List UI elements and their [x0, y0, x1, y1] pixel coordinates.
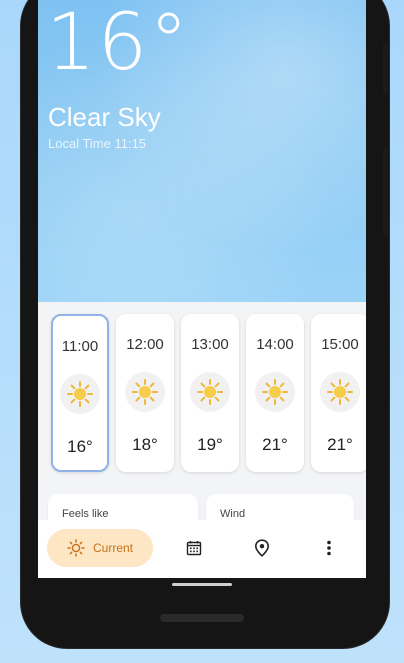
hour-time: 15:00 [321, 336, 359, 353]
sky-header: 16° Clear Sky Local Time 11:15 [38, 0, 366, 302]
hour-card[interactable]: 13:00 19° [181, 314, 239, 472]
hour-card[interactable]: 12:00 18° [116, 314, 174, 472]
sun-icon [190, 372, 230, 412]
hour-temperature: 18° [132, 435, 158, 454]
bottom-navigation: Current [38, 520, 366, 578]
home-indicator [172, 583, 232, 586]
wind-label: Wind [220, 508, 246, 520]
hour-card[interactable]: 14:00 21° [246, 314, 304, 472]
volume-button [383, 42, 388, 94]
hour-temperature: 21° [327, 435, 353, 454]
speaker-grille [160, 614, 244, 622]
sun-icon [255, 372, 295, 412]
nav-current-button[interactable]: Current [47, 529, 153, 567]
sun-icon [125, 372, 165, 412]
hour-time: 12:00 [126, 336, 164, 353]
more-button[interactable] [310, 529, 348, 567]
hour-temperature: 16° [67, 437, 93, 456]
app-screen: 16° Clear Sky Local Time 11:15 11:00 16° [38, 0, 366, 578]
hourly-forecast: 11:00 16° 12:00 18° 13:00 19° 14:00 21° … [38, 302, 366, 482]
calendar-icon [186, 540, 202, 556]
weather-condition: Clear Sky [48, 102, 161, 132]
sun-icon [60, 374, 100, 414]
hour-time: 13:00 [191, 336, 229, 353]
calendar-button[interactable] [175, 529, 213, 567]
nav-current-label: Current [92, 541, 133, 555]
more-vertical-icon [326, 540, 332, 556]
location-button[interactable] [243, 529, 281, 567]
feels-like-label: Feels like [62, 508, 109, 520]
hour-time: 14:00 [256, 336, 294, 353]
hour-time: 11:00 [61, 338, 99, 355]
hour-temperature: 19° [197, 435, 223, 454]
sun-icon [67, 539, 85, 557]
local-time: Local Time 11:15 [48, 136, 147, 151]
sun-icon [320, 372, 360, 412]
location-pin-icon [254, 539, 270, 557]
power-button [383, 148, 388, 236]
hour-card[interactable]: 11:00 16° [51, 314, 109, 472]
hour-temperature: 21° [262, 435, 288, 454]
hour-card[interactable]: 15:00 21° [311, 314, 366, 472]
current-temperature: 16° [46, 0, 191, 88]
